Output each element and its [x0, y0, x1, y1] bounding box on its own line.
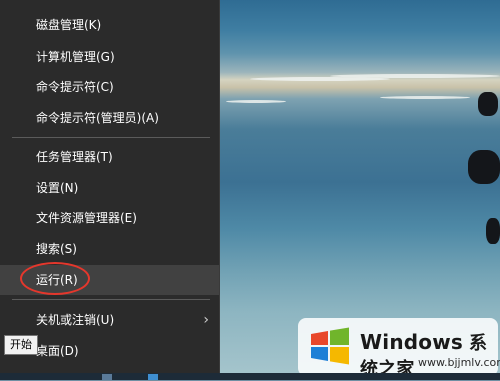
chevron-right-icon: › — [203, 312, 209, 328]
menu-item-label: 命令提示符(管理员)(A) — [36, 111, 159, 125]
menu-item-file-explorer[interactable]: 文件资源管理器(E) — [0, 203, 219, 233]
watermark-title-text: Windows — [360, 330, 463, 354]
menu-item-label: 命令提示符(C) — [36, 80, 114, 94]
wallpaper-wave — [380, 96, 470, 99]
menu-item-label: 设置(N) — [36, 181, 79, 195]
annotation-ellipse — [20, 262, 90, 295]
menu-item-task-manager[interactable]: 任务管理器(T) — [0, 142, 219, 172]
runner-figure — [468, 150, 500, 184]
menu-item-disk-management[interactable]: 磁盘管理(K) — [0, 10, 219, 40]
menu-item-label: 计算机管理(G) — [36, 50, 115, 64]
menu-item-command-prompt[interactable]: 命令提示符(C) — [0, 72, 219, 102]
menu-separator — [12, 137, 210, 138]
taskbar-icon[interactable] — [148, 374, 158, 380]
wallpaper-wave — [330, 74, 500, 78]
menu-item-shutdown-signout[interactable]: 关机或注销(U) › — [0, 305, 219, 335]
menu-separator — [12, 299, 210, 300]
watermark: Windows 系统之家 www.bjjmlv.com — [298, 318, 500, 380]
menu-item-computer-management[interactable]: 计算机管理(G) — [0, 42, 219, 72]
wallpaper-wave — [226, 100, 286, 103]
taskbar — [0, 373, 500, 380]
menu-item-label: 桌面(D) — [36, 344, 79, 358]
menu-item-label: 搜索(S) — [36, 242, 77, 256]
power-user-menu: 磁盘管理(K) 计算机管理(G) 命令提示符(C) 命令提示符(管理员)(A) … — [0, 0, 220, 380]
menu-item-search[interactable]: 搜索(S) — [0, 234, 219, 264]
taskbar-icon[interactable] — [102, 374, 112, 380]
menu-item-label: 文件资源管理器(E) — [36, 211, 137, 225]
menu-item-settings[interactable]: 设置(N) — [0, 173, 219, 203]
start-tooltip: 开始 — [4, 335, 38, 355]
runner-figure — [486, 218, 500, 244]
menu-item-label: 磁盘管理(K) — [36, 18, 102, 32]
windows-logo-icon — [311, 327, 349, 365]
menu-item-command-prompt-admin[interactable]: 命令提示符(管理员)(A) — [0, 103, 219, 133]
watermark-url: www.bjjmlv.com — [418, 356, 500, 369]
menu-item-label: 任务管理器(T) — [36, 150, 113, 164]
runner-figure — [478, 92, 498, 116]
menu-item-label: 关机或注销(U) — [36, 313, 115, 327]
